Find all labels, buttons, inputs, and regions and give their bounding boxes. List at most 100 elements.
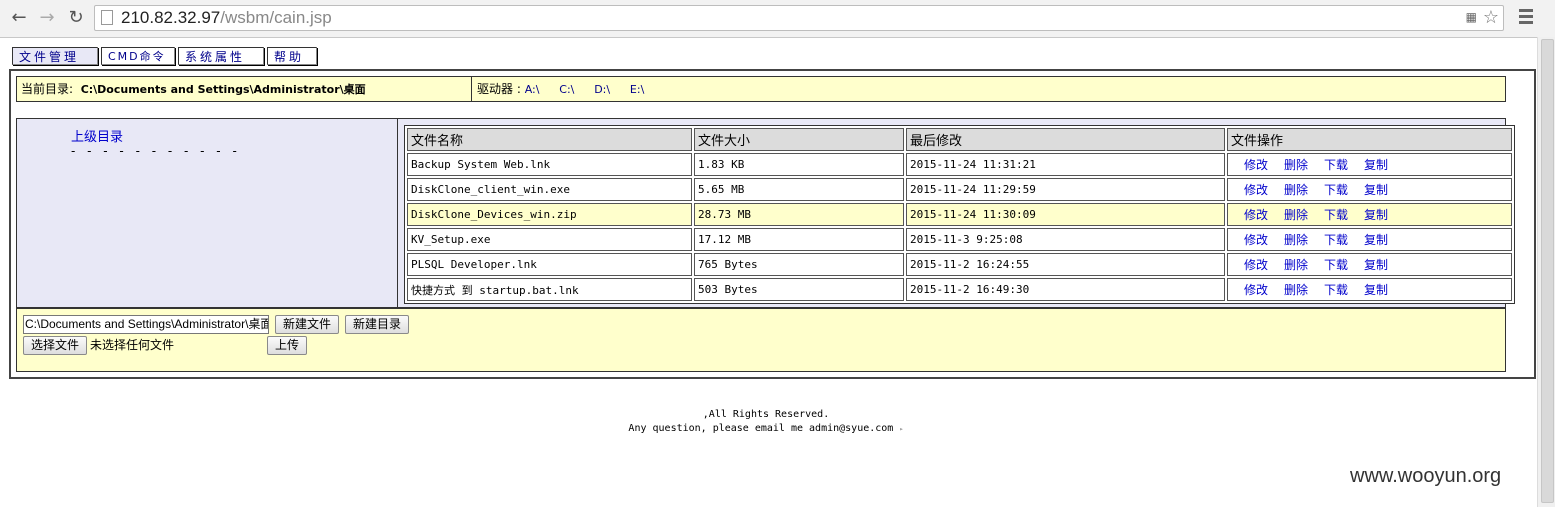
new-file-button[interactable]: 新建文件 — [275, 315, 339, 334]
file-name: DiskClone_client_win.exe — [407, 178, 692, 201]
drive-e-link[interactable]: E:\ — [630, 83, 644, 96]
dashes-divider: - - - - - - - - - - - — [71, 144, 241, 158]
file-ops: 修改 删除 下载 复制 — [1227, 153, 1512, 176]
parent-directory-link[interactable]: 上级目录 — [71, 126, 123, 145]
download-link[interactable]: 下载 — [1324, 258, 1348, 272]
file-modified: 2015-11-24 11:31:21 — [906, 153, 1225, 176]
delete-link[interactable]: 删除 — [1284, 258, 1308, 272]
edit-link[interactable]: 修改 — [1244, 258, 1268, 272]
delete-link[interactable]: 删除 — [1284, 208, 1308, 222]
delete-link[interactable]: 删除 — [1284, 158, 1308, 172]
table-header-row: 文件名称 文件大小 最后修改 文件操作 — [407, 128, 1512, 151]
tab-cmd[interactable]: CMD命令 — [101, 47, 175, 65]
copy-link[interactable]: 复制 — [1364, 233, 1388, 247]
file-size: 1.83 KB — [694, 153, 904, 176]
file-name: DiskClone_Devices_win.zip — [407, 203, 692, 226]
file-size: 5.65 MB — [694, 178, 904, 201]
table-row: PLSQL Developer.lnk 765 Bytes 2015-11-2 … — [407, 253, 1512, 276]
header-file-size: 文件大小 — [694, 128, 904, 151]
file-ops: 修改 删除 下载 复制 — [1227, 203, 1512, 226]
footer: ,All Rights Reserved. Any question, plea… — [0, 408, 1532, 436]
translate-icon[interactable]: ▦ — [1466, 10, 1477, 24]
file-size: 28.73 MB — [694, 203, 904, 226]
delete-link[interactable]: 删除 — [1284, 283, 1308, 297]
no-file-chosen-label: 未选择任何文件 — [90, 338, 175, 352]
file-modified: 2015-11-2 16:24:55 — [906, 253, 1225, 276]
reload-icon[interactable]: ↻ — [63, 5, 89, 31]
download-link[interactable]: 下载 — [1324, 233, 1348, 247]
edit-link[interactable]: 修改 — [1244, 233, 1268, 247]
address-bar[interactable]: 210.82.32.97/wsbm/cain.jsp ▦ ☆ — [94, 5, 1504, 31]
header-last-modified: 最后修改 — [906, 128, 1225, 151]
new-directory-button[interactable]: 新建目录 — [345, 315, 409, 334]
file-name: Backup System Web.lnk — [407, 153, 692, 176]
edit-link[interactable]: 修改 — [1244, 283, 1268, 297]
copy-link[interactable]: 复制 — [1364, 208, 1388, 222]
directory-tree: 上级目录 - - - - - - - - - - - — [17, 119, 398, 307]
choose-file-button[interactable]: 选择文件 — [23, 336, 87, 355]
tab-system-properties[interactable]: 系统属性 — [178, 47, 264, 65]
delete-link[interactable]: 删除 — [1284, 233, 1308, 247]
file-ops: 修改 删除 下载 复制 — [1227, 228, 1512, 251]
file-size: 503 Bytes — [694, 278, 904, 301]
back-arrow-icon[interactable]: ← — [6, 5, 32, 31]
drives-list: 驱动器 : A:\ C:\ D:\ E:\ — [477, 77, 660, 102]
file-table: 文件名称 文件大小 最后修改 文件操作 Backup System Web.ln… — [404, 125, 1515, 304]
tab-file-manager[interactable]: 文件管理 — [12, 47, 98, 65]
forward-arrow-icon[interactable]: → — [34, 5, 60, 31]
file-name: 快捷方式 到 startup.bat.lnk — [407, 278, 692, 301]
drives-label: 驱动器 : — [477, 82, 521, 96]
file-ops: 修改 删除 下载 复制 — [1227, 253, 1512, 276]
edit-link[interactable]: 修改 — [1244, 158, 1268, 172]
download-link[interactable]: 下载 — [1324, 158, 1348, 172]
copy-link[interactable]: 复制 — [1364, 158, 1388, 172]
copy-link[interactable]: 复制 — [1364, 183, 1388, 197]
path-input[interactable]: C:\Documents and Settings\Administrator\… — [23, 315, 269, 334]
edit-link[interactable]: 修改 — [1244, 208, 1268, 222]
copy-link[interactable]: 复制 — [1364, 283, 1388, 297]
bookmark-star-icon[interactable]: ☆ — [1483, 6, 1499, 30]
vertical-scrollbar[interactable] — [1537, 37, 1555, 507]
page-icon — [101, 10, 113, 25]
current-directory-label: 当前目录: — [21, 82, 74, 96]
url-path: /wsbm/cain.jsp — [220, 8, 332, 27]
tab-help[interactable]: 帮助 — [267, 47, 317, 65]
table-row: DiskClone_client_win.exe 5.65 MB 2015-11… — [407, 178, 1512, 201]
drive-a-link[interactable]: A:\ — [525, 83, 540, 96]
url-host: 210.82.32.97 — [121, 8, 221, 27]
download-link[interactable]: 下载 — [1324, 283, 1348, 297]
file-size: 17.12 MB — [694, 228, 904, 251]
file-name: PLSQL Developer.lnk — [407, 253, 692, 276]
file-modified: 2015-11-24 11:29:59 — [906, 178, 1225, 201]
file-ops: 修改 删除 下载 复制 — [1227, 278, 1512, 301]
copyright-text: ,All Rights Reserved. — [702, 409, 830, 420]
contact-email-text: Any question, please email me admin@syue… — [628, 423, 894, 434]
edit-link[interactable]: 修改 — [1244, 183, 1268, 197]
file-modified: 2015-11-3 9:25:08 — [906, 228, 1225, 251]
header-file-operations: 文件操作 — [1227, 128, 1512, 151]
drive-d-link[interactable]: D:\ — [594, 83, 610, 96]
directory-bar: 当前目录: C:\Documents and Settings\Administ… — [16, 76, 1506, 102]
table-row: Backup System Web.lnk 1.83 KB 2015-11-24… — [407, 153, 1512, 176]
scrollbar-thumb[interactable] — [1541, 39, 1554, 503]
download-link[interactable]: 下载 — [1324, 183, 1348, 197]
browser-menu-icon[interactable] — [1519, 9, 1533, 27]
copy-link[interactable]: 复制 — [1364, 258, 1388, 272]
divider — [471, 77, 472, 101]
url-text[interactable]: 210.82.32.97/wsbm/cain.jsp — [121, 6, 332, 30]
table-row-highlighted: DiskClone_Devices_win.zip 28.73 MB 2015-… — [407, 203, 1512, 226]
browser-toolbar: ← → ↻ 210.82.32.97/wsbm/cain.jsp ▦ ☆ — [0, 0, 1555, 38]
cursor-glyph: ▸ — [899, 425, 904, 433]
file-name: KV_Setup.exe — [407, 228, 692, 251]
current-directory-path: C:\Documents and Settings\Administrator\… — [80, 83, 366, 96]
table-row: 快捷方式 到 startup.bat.lnk 503 Bytes 2015-11… — [407, 278, 1512, 301]
delete-link[interactable]: 删除 — [1284, 183, 1308, 197]
watermark: www.wooyun.org — [1350, 465, 1502, 487]
contact-text: Any question, please email me admin@syue… — [0, 422, 1532, 436]
file-modified: 2015-11-2 16:49:30 — [906, 278, 1225, 301]
download-link[interactable]: 下载 — [1324, 208, 1348, 222]
drive-c-link[interactable]: C:\ — [559, 83, 574, 96]
current-directory: 当前目录: C:\Documents and Settings\Administ… — [21, 77, 366, 102]
file-actions-panel: C:\Documents and Settings\Administrator\… — [16, 308, 1506, 372]
upload-button[interactable]: 上传 — [267, 336, 307, 355]
